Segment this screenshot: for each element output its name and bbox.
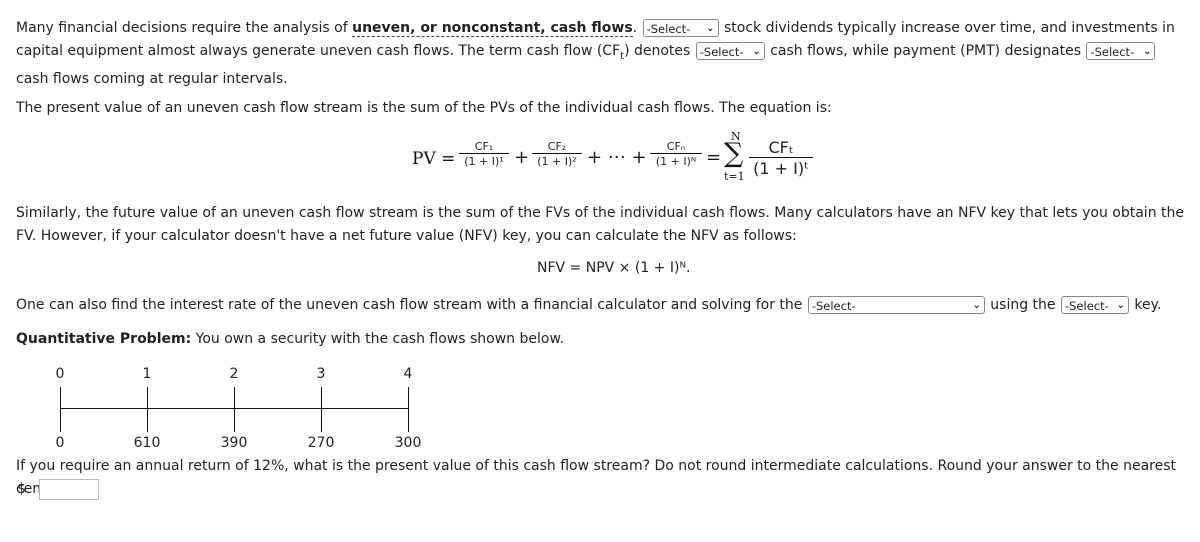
nfv-equation: NFV = NPV × (1 + I)ᴺ. <box>537 260 691 276</box>
period-label: 1 <box>142 366 152 382</box>
select-1[interactable]: -Select- ⌄ <box>642 19 719 37</box>
chevron-down-icon: ⌄ <box>752 46 761 57</box>
chevron-down-icon: ⌄ <box>1143 46 1152 57</box>
cash-flow-label: 270 <box>307 435 335 451</box>
period-label: 3 <box>316 366 326 382</box>
chevron-down-icon: ⌄ <box>1116 300 1125 311</box>
timeline-tick <box>408 387 409 432</box>
timeline-tick <box>321 387 322 432</box>
timeline-tick <box>234 387 235 432</box>
problem-text: Quantitative Problem: You own a security… <box>16 331 565 347</box>
cash-flow-label: 300 <box>394 435 422 451</box>
currency-symbol: $ <box>17 481 26 497</box>
cash-flow-label: 0 <box>55 435 65 451</box>
period-label: 4 <box>403 366 413 382</box>
period-label: 2 <box>229 366 239 382</box>
period-label: 0 <box>55 366 65 382</box>
question-text: If you require an annual return of 12%, … <box>16 458 1177 497</box>
fv-text: Similarly, the future value of an uneven… <box>16 205 1184 244</box>
select-5[interactable]: -Select- ⌄ <box>1060 296 1129 314</box>
timeline-tick <box>147 387 148 432</box>
timeline-tick <box>60 387 61 432</box>
chevron-down-icon: ⌄ <box>972 300 981 311</box>
answer-input[interactable] <box>39 479 99 500</box>
select-2[interactable]: -Select- ⌄ <box>695 42 765 60</box>
select-3[interactable]: -Select- ⌄ <box>1086 42 1156 60</box>
keyword-uneven-cash-flows[interactable]: uneven, or nonconstant, cash flows <box>352 20 633 37</box>
intro-paragraph: Many financial decisions require the ana… <box>16 19 1175 87</box>
cash-flow-label: 610 <box>133 435 161 451</box>
pv-text: The present value of an uneven cash flow… <box>16 100 832 116</box>
chevron-down-icon: ⌄ <box>706 23 715 34</box>
irr-text: One can also find the interest rate of t… <box>16 296 1162 314</box>
cash-flow-label: 390 <box>220 435 248 451</box>
select-4[interactable]: -Select- ⌄ <box>807 296 985 314</box>
